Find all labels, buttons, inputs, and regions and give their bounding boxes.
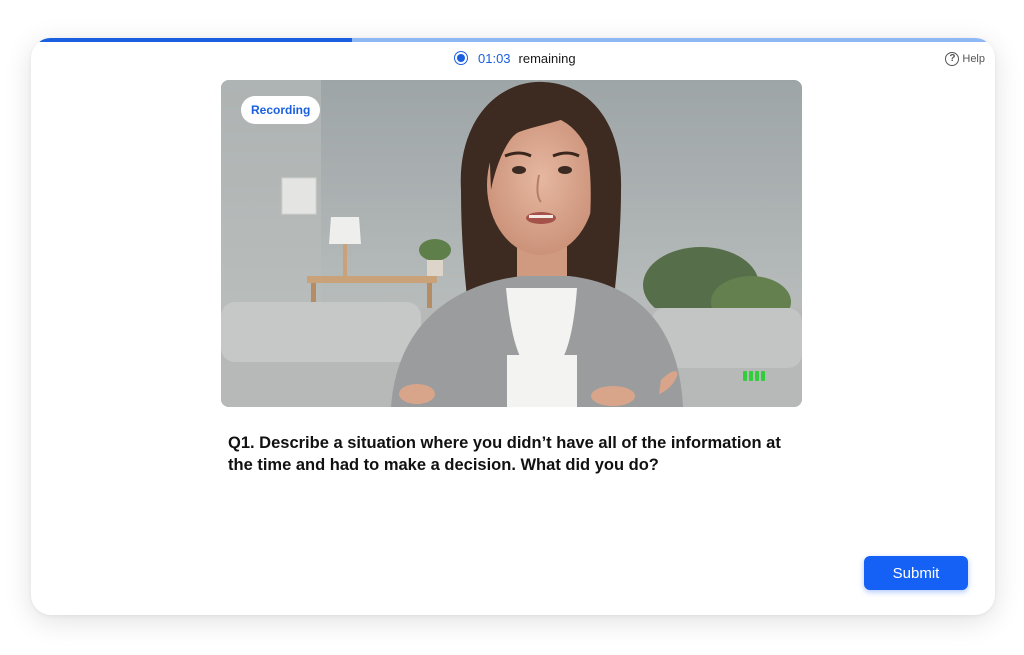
audio-level-bar <box>749 371 753 381</box>
timer-value: 01:03 <box>478 50 511 66</box>
timer: 01:03 remaining <box>454 49 576 67</box>
audio-level-bar <box>743 371 747 381</box>
help-link[interactable]: ? Help <box>945 52 985 66</box>
recording-badge: Recording <box>241 96 321 124</box>
webcam-feed-image <box>221 80 802 407</box>
question-text: Q1. Describe a situation where you didn’… <box>228 434 781 474</box>
interview-card: 01:03 remaining ? Help Recording Q1. Des… <box>31 38 995 615</box>
help-circle-icon: ? <box>945 52 960 66</box>
record-indicator-icon <box>454 51 468 65</box>
audio-level-bar <box>761 371 765 381</box>
help-label: Help <box>962 53 985 65</box>
progress-bar-fill <box>39 38 352 42</box>
progress-bar <box>39 38 987 42</box>
audio-level-bar <box>755 371 759 381</box>
submit-button[interactable]: Submit <box>864 556 968 590</box>
timer-label: remaining <box>518 50 576 66</box>
video-preview: Recording <box>221 80 802 407</box>
audio-level-meter <box>743 371 765 381</box>
